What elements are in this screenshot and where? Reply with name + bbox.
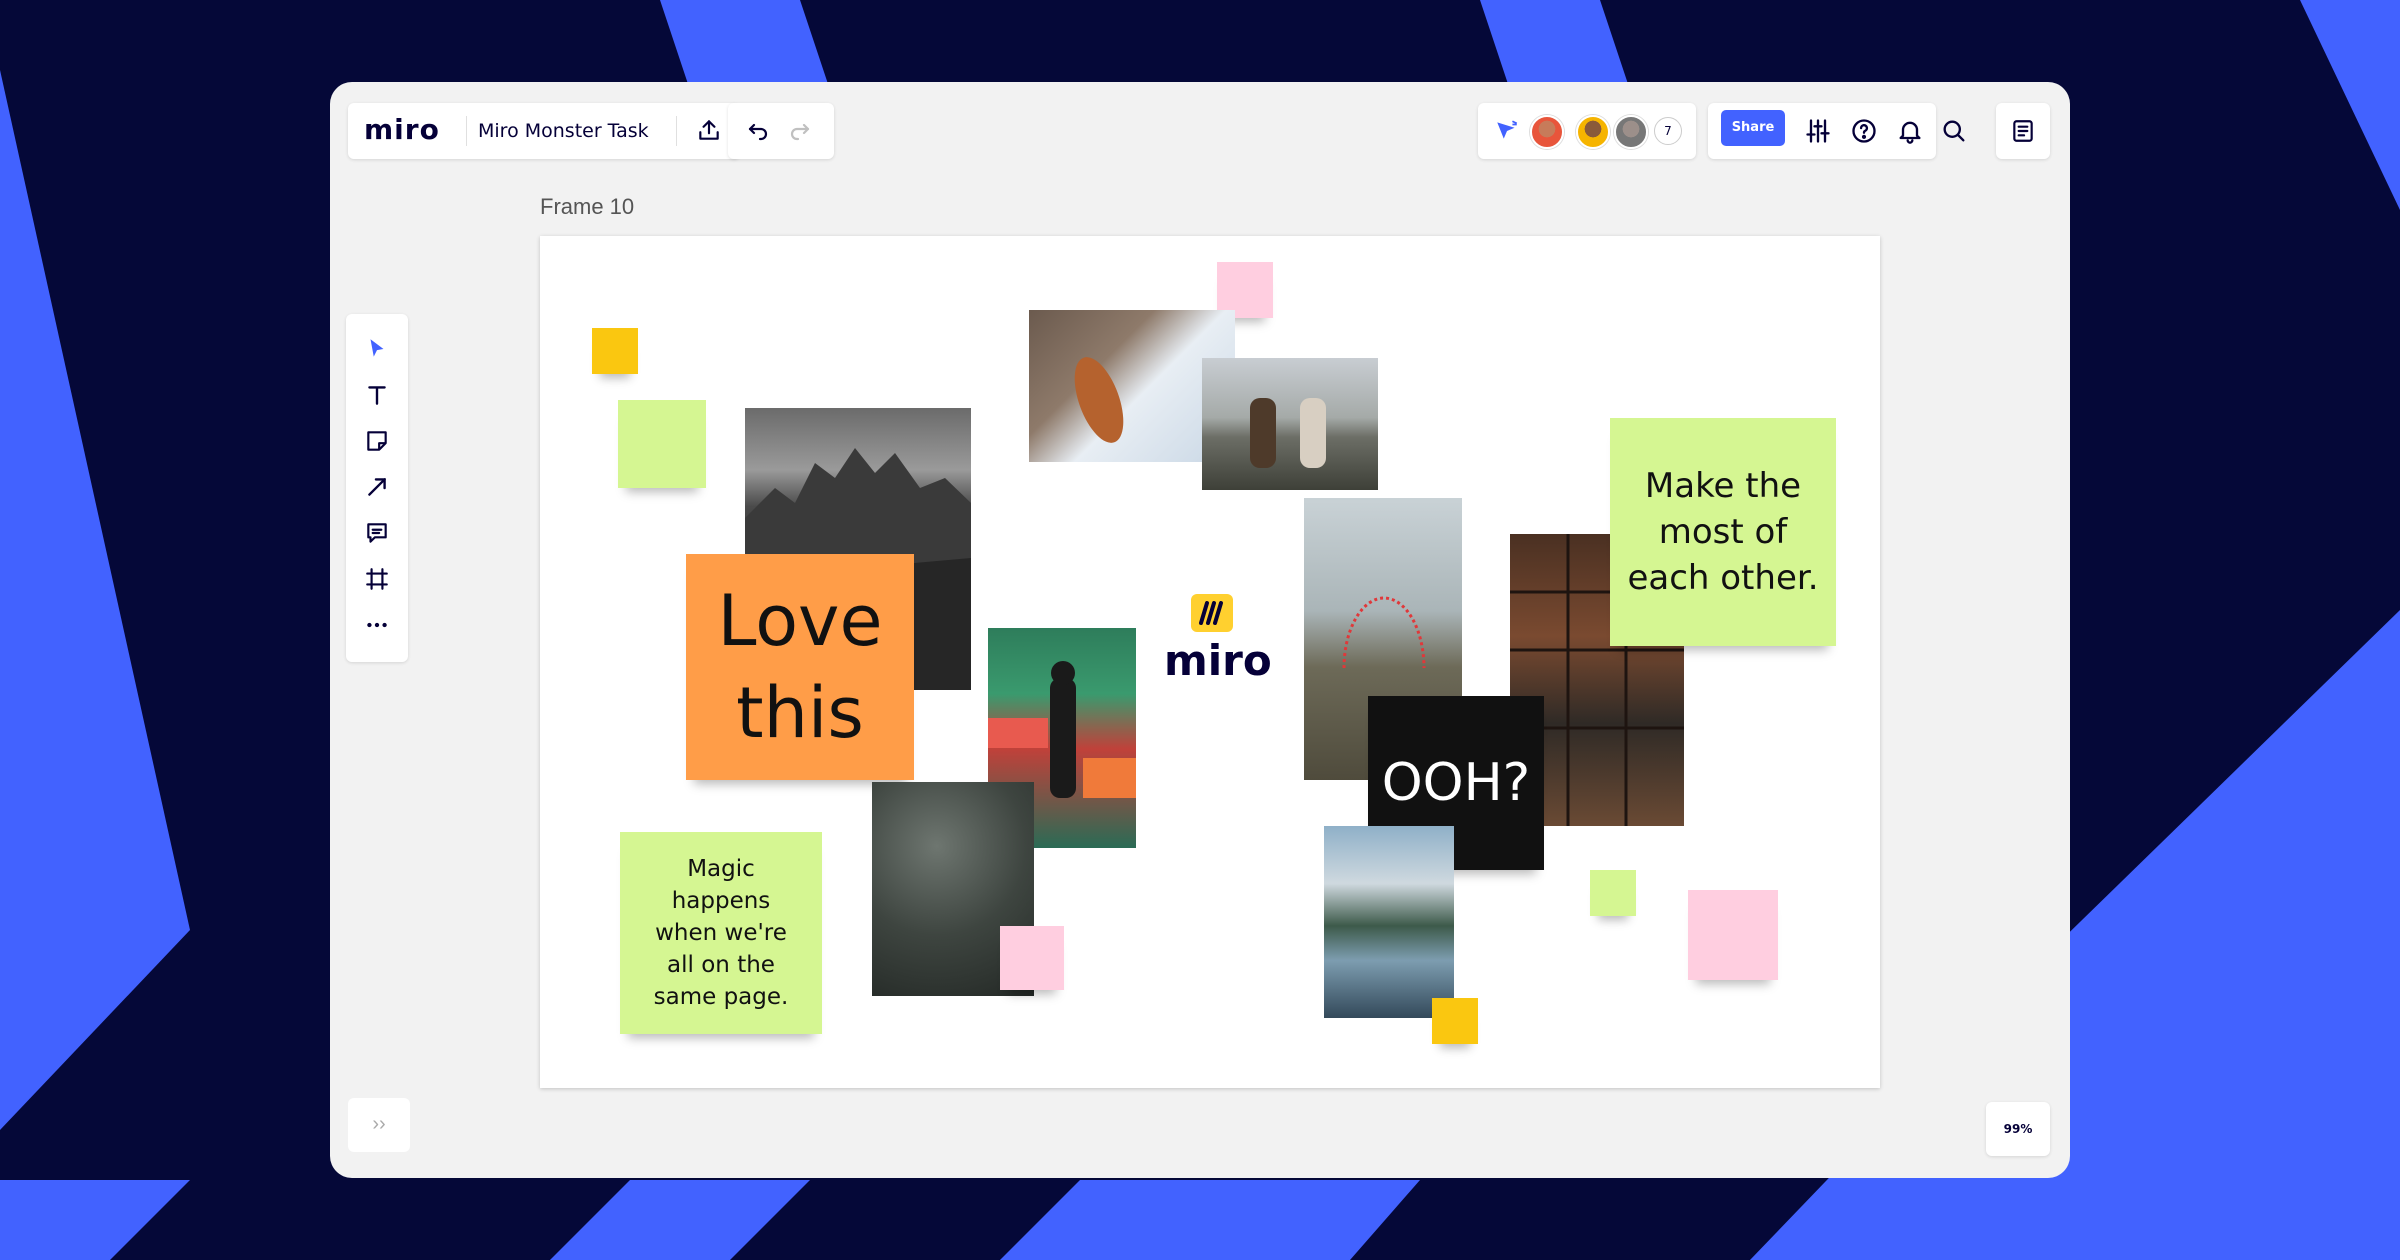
expand-panel-button[interactable]: ›› [348, 1098, 410, 1152]
notifications-bell-icon[interactable] [1896, 117, 1924, 145]
header-divider [466, 116, 467, 146]
collaborators-panel: 7 [1478, 103, 1696, 159]
left-toolbar [346, 314, 408, 662]
comment-tool-icon[interactable] [364, 520, 390, 546]
zoom-level-indicator[interactable]: 99% [1986, 1102, 2050, 1156]
sticky-note-make-the-most[interactable]: Make the most of each other. [1610, 418, 1836, 646]
sticky-note-love-this[interactable]: Love this [686, 554, 914, 780]
search-icon[interactable] [1940, 117, 1968, 145]
avatar[interactable] [1530, 115, 1564, 149]
miro-logo[interactable]: miro [364, 113, 440, 146]
sticky-note-pink[interactable] [1000, 926, 1064, 990]
connection-line-tool-icon[interactable] [364, 474, 390, 500]
notes-list-icon[interactable] [2010, 118, 2036, 144]
board-header-panel: miro Miro Monster Task [348, 103, 740, 159]
board-frame[interactable]: Love this miro Magic happens when we're … [540, 236, 1880, 1088]
frame-tool-icon[interactable] [364, 566, 390, 592]
collaborator-count-badge[interactable]: 7 [1654, 117, 1682, 145]
share-button[interactable]: Share [1721, 110, 1785, 146]
text-tool-icon[interactable] [364, 382, 390, 408]
photo-mountain-lake[interactable] [1324, 826, 1454, 1018]
sticky-note-yellow[interactable] [592, 328, 638, 374]
miro-logo-text: miro [1164, 636, 1272, 685]
sticky-note-pink[interactable] [1688, 890, 1778, 980]
export-icon[interactable] [696, 117, 722, 143]
sticky-note-green[interactable] [1590, 870, 1636, 916]
settings-sliders-icon[interactable] [1804, 117, 1832, 145]
undo-redo-panel [728, 103, 834, 159]
sticky-note-magic[interactable]: Magic happens when we're all on the same… [620, 832, 822, 1034]
undo-icon[interactable] [746, 119, 770, 143]
cursor-tracking-icon[interactable] [1494, 118, 1520, 144]
sticky-note-tool-icon[interactable] [364, 428, 390, 454]
avatar[interactable] [1614, 115, 1648, 149]
sticky-note-green[interactable] [618, 400, 706, 488]
notes-panel [1996, 103, 2050, 159]
photo-two-people[interactable] [1202, 358, 1378, 490]
miro-board-window: miro Miro Monster Task 7 Share Frame 10 … [330, 82, 2070, 1178]
board-title[interactable]: Miro Monster Task [478, 120, 649, 142]
frame-label[interactable]: Frame 10 [540, 194, 634, 220]
miro-logo-mark [1191, 594, 1233, 632]
select-tool-icon[interactable] [364, 336, 390, 362]
more-tools-icon[interactable] [364, 612, 390, 638]
avatar[interactable] [1576, 115, 1610, 149]
sticky-note-yellow[interactable] [1432, 998, 1478, 1044]
help-icon[interactable] [1850, 117, 1878, 145]
center-miro-logo[interactable]: miro [1136, 578, 1292, 694]
redo-icon[interactable] [788, 119, 812, 143]
header-divider [676, 116, 677, 146]
